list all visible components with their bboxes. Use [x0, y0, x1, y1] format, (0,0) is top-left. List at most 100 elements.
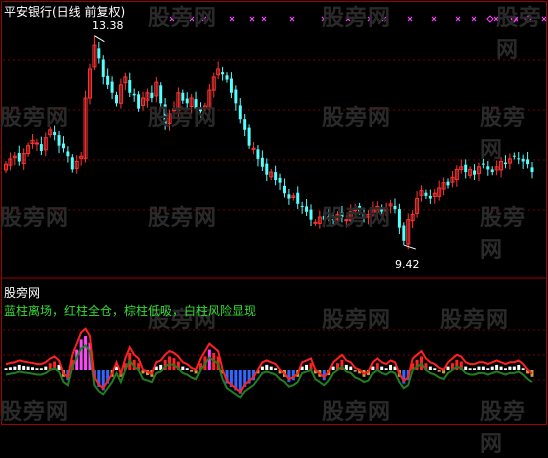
- indicator-bar: [269, 366, 273, 370]
- candle-body: [229, 78, 233, 93]
- candle-body: [163, 104, 167, 125]
- indicator-bar: [260, 366, 264, 370]
- indicator-bar: [446, 366, 450, 370]
- candle-body: [397, 209, 401, 228]
- indicator-bar: [512, 366, 516, 370]
- candle-body: [278, 177, 282, 183]
- candle-body: [380, 207, 384, 212]
- candle-body: [526, 159, 530, 165]
- candle-body: [296, 192, 300, 204]
- candle-body: [521, 158, 525, 162]
- indicator-bar: [481, 366, 485, 370]
- candle-body: [503, 162, 507, 165]
- candle-body: [70, 157, 74, 170]
- candle-body: [128, 80, 132, 93]
- candle-body: [17, 153, 21, 162]
- indicator-bar: [468, 368, 472, 370]
- candle-body: [393, 205, 397, 210]
- candle-body: [159, 85, 163, 104]
- candle-body: [358, 205, 362, 212]
- candle-body: [340, 212, 344, 218]
- candle-body: [344, 219, 349, 222]
- indicator-bar: [22, 365, 26, 370]
- candle-body: [256, 149, 260, 159]
- indicator-bar: [464, 366, 468, 370]
- indicator-bar: [495, 364, 499, 370]
- indicator-bar: [84, 336, 88, 370]
- candle-body: [305, 206, 309, 212]
- indicator-bar: [39, 368, 43, 370]
- candle-body: [101, 59, 105, 77]
- candle-body: [300, 205, 304, 207]
- indicator-bar: [79, 339, 83, 370]
- indicator-bar: [437, 370, 441, 372]
- candle-body: [39, 144, 43, 151]
- candle-body: [424, 192, 428, 196]
- indicator-bar: [517, 364, 521, 370]
- candle-body: [53, 131, 57, 136]
- indicator-bar: [13, 366, 17, 370]
- candle-body: [530, 167, 534, 173]
- candle-body: [446, 181, 450, 186]
- candle-body: [61, 143, 65, 149]
- indicator-bar: [31, 367, 35, 370]
- candle-body: [402, 225, 406, 241]
- candle-body: [481, 163, 485, 165]
- indicator-bar: [490, 366, 494, 370]
- candle-body: [198, 107, 202, 112]
- candle-body: [486, 166, 490, 170]
- candle-body: [181, 92, 185, 101]
- candle-body: [110, 81, 114, 93]
- main-chart-title: 平安银行(日线 前复权): [4, 5, 126, 19]
- candle-body: [313, 221, 318, 224]
- indicator-bar: [521, 368, 525, 370]
- candle-body: [512, 155, 516, 157]
- candle-body: [115, 94, 119, 104]
- candle-body: [287, 194, 291, 199]
- candle-body: [274, 172, 278, 181]
- candle-body: [234, 89, 238, 104]
- indicator-bar: [26, 366, 30, 370]
- candle-body: [247, 127, 251, 146]
- candle-body: [517, 158, 521, 160]
- candle-body: [225, 75, 229, 80]
- candle-body: [473, 170, 477, 175]
- candle-body: [243, 119, 247, 130]
- candle-body: [132, 93, 136, 96]
- candle-body: [150, 92, 154, 99]
- indicator-bar: [331, 366, 335, 370]
- indicator-bar: [508, 366, 512, 370]
- indicator-bar: [499, 366, 503, 370]
- indicator-bar: [371, 366, 375, 370]
- indicator-bar: [265, 364, 269, 370]
- indicator-bar: [8, 367, 12, 370]
- candle-body: [251, 147, 256, 150]
- indicator-bar: [473, 368, 477, 370]
- indicator-bar: [44, 366, 48, 370]
- candle-body: [97, 48, 101, 59]
- indicator-bar: [274, 368, 278, 370]
- indicator-bar: [380, 366, 384, 370]
- low-price-label: 9.42: [395, 258, 420, 271]
- candle-body: [265, 163, 269, 175]
- indicator-legend: 蓝柱离场，红柱全仓，棕柱低吸，白柱风险显现: [4, 304, 257, 318]
- indicator-bar: [17, 364, 21, 370]
- indicator-bar: [181, 366, 185, 370]
- candle-body: [185, 98, 189, 104]
- candle-body: [34, 142, 39, 145]
- candle-body: [327, 216, 331, 218]
- indicator-bar: [384, 368, 388, 370]
- indicator-bar: [4, 368, 8, 370]
- indicator-bar: [35, 368, 39, 370]
- indicator-bar: [349, 366, 353, 370]
- indicator-bar: [486, 368, 490, 370]
- candle-body: [322, 215, 326, 220]
- candle-body: [428, 195, 432, 199]
- high-price-label: 13.38: [92, 19, 124, 32]
- candle-body: [194, 99, 198, 109]
- candle-body: [221, 72, 225, 75]
- indicator-bar: [190, 370, 194, 372]
- indicator-bar: [428, 366, 432, 370]
- candle-body: [66, 151, 70, 157]
- indicator-bar: [353, 370, 357, 372]
